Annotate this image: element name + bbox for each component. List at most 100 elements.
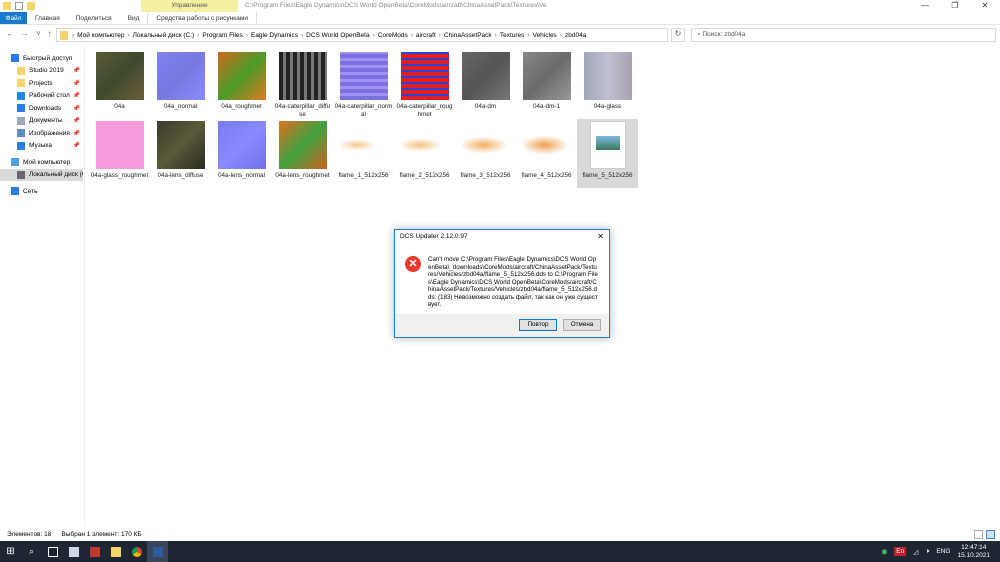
dialog-close-button[interactable]: ✕ — [597, 230, 604, 244]
search-taskbar-button[interactable]: ⌕ — [21, 541, 42, 562]
quick-access-toolbar — [3, 2, 35, 10]
maximize-button[interactable]: ❐ — [940, 0, 970, 12]
back-icon[interactable]: ← — [6, 29, 14, 38]
file-item[interactable]: 04a-caterpillar_normal — [333, 50, 394, 119]
forward-icon[interactable]: → — [21, 29, 29, 38]
language-indicator[interactable]: ENG — [936, 548, 950, 555]
taskbar-app[interactable] — [42, 541, 63, 562]
sidebar-item[interactable]: Сеть — [0, 185, 83, 198]
minimize-button[interactable]: — — [910, 0, 940, 12]
shield-icon[interactable]: ⬢ — [882, 548, 888, 556]
file-item[interactable]: 04a-lens_normal — [211, 119, 272, 188]
breadcrumb-separator[interactable]: › — [495, 32, 497, 39]
breadcrumb-separator[interactable]: › — [246, 32, 248, 39]
breadcrumb-item[interactable]: Textures — [500, 32, 525, 39]
breadcrumb-separator[interactable]: › — [127, 32, 129, 39]
computer-icon — [11, 158, 19, 167]
sidebar-item[interactable]: Быстрый доступ — [0, 52, 83, 65]
breadcrumb-item[interactable]: aircraft — [416, 32, 436, 39]
file-item[interactable]: 04a-dm-1 — [516, 50, 577, 119]
tab-home[interactable]: Главная — [27, 12, 68, 24]
clock[interactable]: 12:47:14 15.10.2021 — [957, 544, 990, 560]
sidebar-item[interactable]: Локальный диск (C:) — [0, 168, 83, 181]
close-button[interactable]: ✕ — [970, 0, 1000, 12]
pin-icon[interactable]: 📌 — [73, 130, 80, 137]
breadcrumb-item[interactable]: Program Files — [202, 32, 242, 39]
file-item[interactable]: 04a-glass — [577, 50, 638, 119]
file-item[interactable]: 04a-caterpillar_roughmet — [394, 50, 455, 119]
folder-icon[interactable] — [3, 2, 11, 10]
file-item[interactable]: flame_5_512x256 — [577, 119, 638, 188]
file-item[interactable]: 04a — [89, 50, 150, 119]
large-icons-view-button[interactable] — [986, 530, 995, 539]
file-item[interactable]: 04a_roughmet — [211, 50, 272, 119]
taskbar-app[interactable] — [105, 541, 126, 562]
address-bar[interactable]: › Мой компьютер › Локальный диск (C:) › Progr… — [56, 28, 668, 42]
sidebar-item[interactable]: Изображения 📌 — [0, 127, 83, 140]
breadcrumb-item[interactable]: ChinaAssetPack — [444, 32, 492, 39]
chevron-down-icon[interactable]: ˅ — [36, 29, 41, 38]
sidebar-item[interactable]: Projects 📌 — [0, 77, 83, 90]
taskbar-app[interactable] — [147, 541, 168, 562]
cancel-button[interactable]: Отмена — [563, 319, 601, 331]
new-folder-icon[interactable] — [27, 2, 35, 10]
breadcrumb-item[interactable]: CoreMods — [378, 32, 408, 39]
breadcrumb-separator[interactable]: › — [72, 32, 74, 39]
file-item[interactable]: 04a-lens_diffuse — [150, 119, 211, 188]
taskbar-app[interactable] — [63, 541, 84, 562]
breadcrumb-separator[interactable]: › — [373, 32, 375, 39]
file-item[interactable]: flame_4_512x256 — [516, 119, 577, 188]
pin-icon[interactable]: 📌 — [73, 67, 80, 74]
network-icon[interactable]: ◿ — [913, 548, 918, 556]
breadcrumb-item[interactable]: zbd04a — [565, 32, 586, 39]
start-button[interactable]: ⊞ — [0, 541, 21, 562]
file-item[interactable]: 04a-caterpillar_diffuse — [272, 50, 333, 119]
taskbar-app[interactable] — [126, 541, 147, 562]
up-icon[interactable]: ↑ — [48, 29, 52, 38]
details-view-button[interactable] — [974, 530, 983, 539]
file-item[interactable]: 04a-dm — [455, 50, 516, 119]
tab-share[interactable]: Поделиться — [68, 12, 120, 24]
sidebar-item[interactable]: Мой компьютер — [0, 156, 83, 169]
sidebar-item[interactable]: Studio 2019 📌 — [0, 65, 83, 78]
language-badge[interactable]: En — [894, 547, 907, 556]
refresh-button[interactable]: ↻ — [671, 28, 685, 42]
pin-icon[interactable]: 📌 — [73, 80, 80, 87]
pin-icon[interactable]: 📌 — [73, 117, 80, 124]
file-item[interactable]: 04a_normal — [150, 50, 211, 119]
tab-picture-tools[interactable]: Средства работы с рисунками — [147, 12, 257, 24]
volume-muted-icon[interactable]: 🕨 — [925, 548, 929, 556]
breadcrumb-separator[interactable]: › — [560, 32, 562, 39]
tab-view[interactable]: Вид — [120, 12, 148, 24]
pin-icon[interactable]: 📌 — [73, 105, 80, 112]
breadcrumb-item[interactable]: Eagle Dynamics — [251, 32, 298, 39]
file-item[interactable]: flame_1_512x256 — [333, 119, 394, 188]
file-item[interactable]: flame_2_512x256 — [394, 119, 455, 188]
file-item[interactable]: flame_3_512x256 — [455, 119, 516, 188]
file-item[interactable]: 04a-lens_roughmet — [272, 119, 333, 188]
search-input[interactable]: ⌕ Поиск: zbd04a — [691, 28, 996, 42]
breadcrumb-separator[interactable]: › — [411, 32, 413, 39]
sidebar-item[interactable]: Документы 📌 — [0, 115, 83, 128]
sidebar-item[interactable]: Музыка 📌 — [0, 140, 83, 153]
breadcrumb-item[interactable]: Локальный диск (C:) — [133, 32, 195, 39]
file-item[interactable]: 04a-glass_roughmet — [89, 119, 150, 188]
properties-icon[interactable] — [15, 2, 23, 10]
breadcrumb-separator[interactable]: › — [197, 32, 199, 39]
manage-tab[interactable]: Управление — [141, 0, 238, 12]
retry-button[interactable]: Повтор — [519, 319, 557, 331]
tab-file[interactable]: Файл — [0, 12, 27, 24]
pin-icon[interactable]: 📌 — [73, 92, 80, 99]
sidebar-item[interactable]: Рабочий стол 📌 — [0, 90, 83, 103]
breadcrumb-separator[interactable]: › — [527, 32, 529, 39]
breadcrumb-item[interactable]: DCS World OpenBeta — [306, 32, 369, 39]
selection-info: Выбран 1 элемент: 170 КБ — [61, 531, 142, 538]
taskbar-app[interactable] — [84, 541, 105, 562]
drive-icon — [17, 170, 25, 179]
breadcrumb-separator[interactable]: › — [439, 32, 441, 39]
breadcrumb-separator[interactable]: › — [301, 32, 303, 39]
breadcrumb-item[interactable]: Vehicles — [533, 32, 557, 39]
sidebar-item[interactable]: Downloads 📌 — [0, 102, 83, 115]
breadcrumb-item[interactable]: Мой компьютер — [77, 32, 124, 39]
pin-icon[interactable]: 📌 — [73, 142, 80, 149]
